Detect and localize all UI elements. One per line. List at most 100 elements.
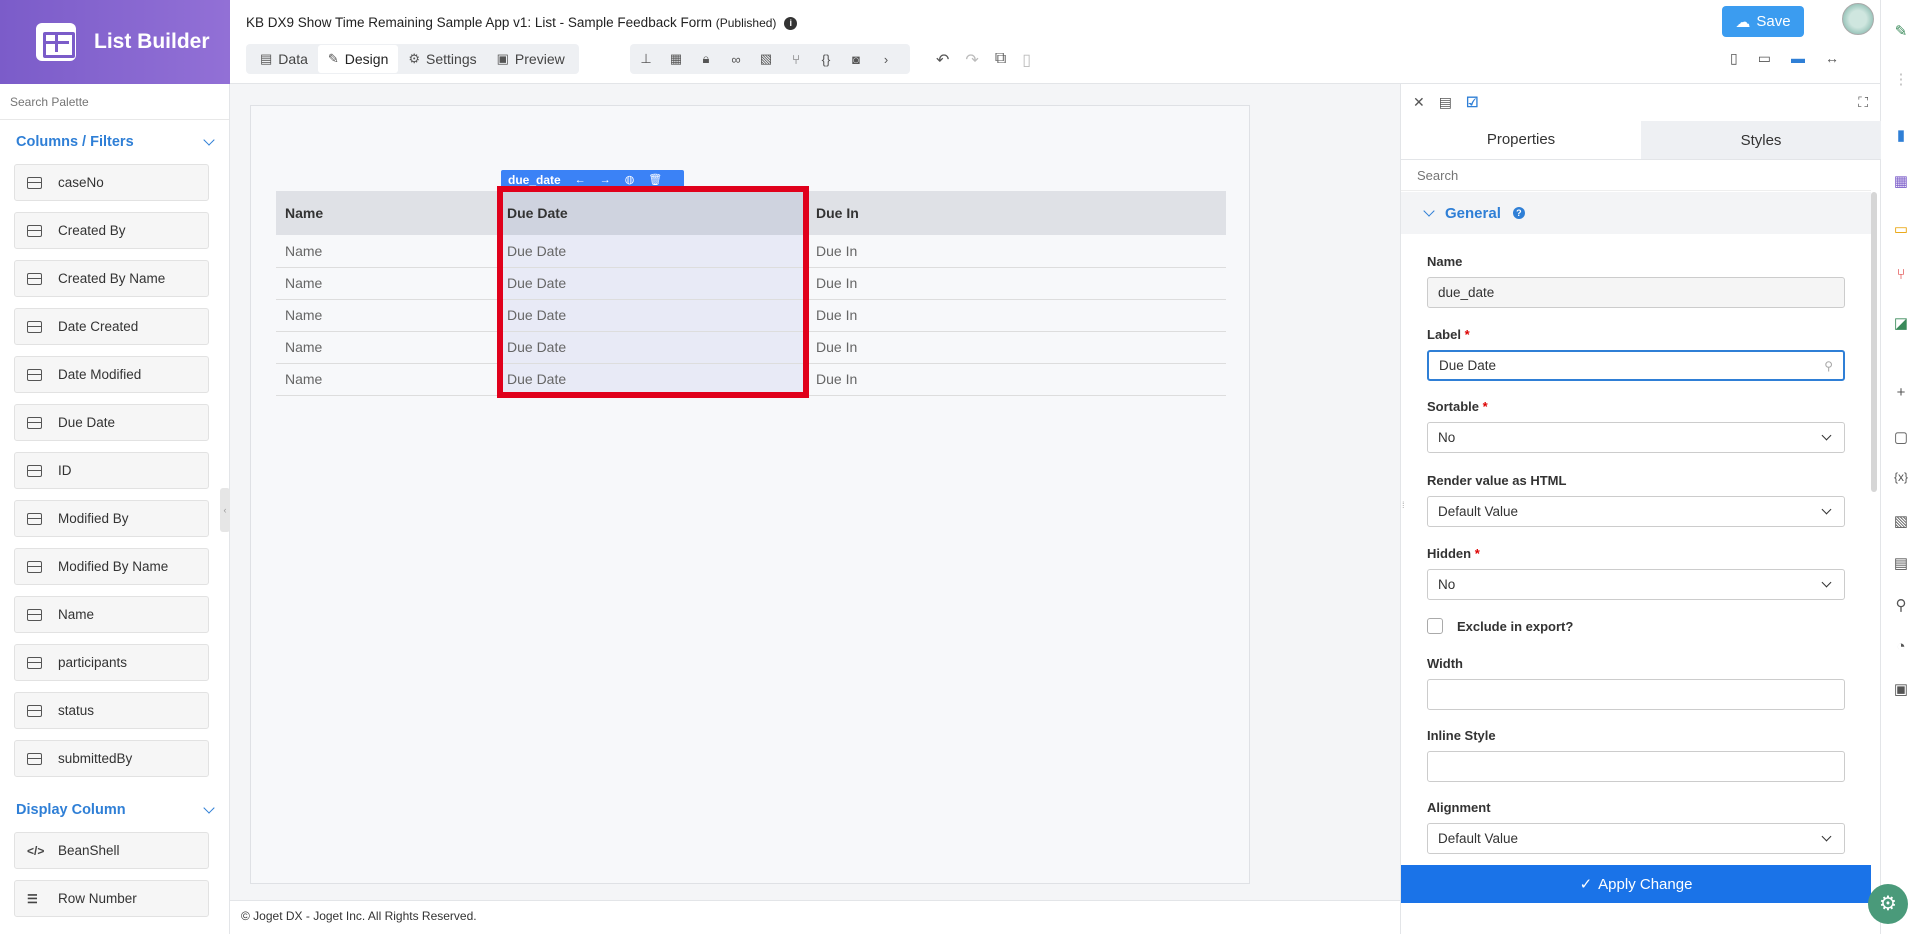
palette-item[interactable]: participants — [14, 644, 209, 681]
palette-item[interactable]: Created By — [14, 212, 209, 249]
variables-icon[interactable]: {x} — [1881, 470, 1920, 484]
palette-item[interactable]: status — [14, 692, 209, 729]
toolbar-more-icon[interactable]: › — [878, 52, 894, 67]
tab-styles[interactable]: Styles — [1641, 121, 1881, 159]
properties-icon[interactable]: ▤ — [1439, 94, 1452, 111]
palette-panel: Columns / Filters caseNo Created By Create… — [0, 84, 230, 934]
search-palette-input[interactable] — [0, 84, 229, 120]
branch-icon[interactable]: ⑂ — [788, 52, 804, 67]
add-icon[interactable]: + — [1881, 384, 1920, 401]
column-icon — [27, 368, 42, 381]
column-header-due-date[interactable]: Due Date — [498, 191, 807, 235]
palette-item[interactable]: Date Modified — [14, 356, 209, 393]
tab-data[interactable]: ▤ Data — [250, 45, 318, 73]
label-field[interactable]: Due Date ⚲ — [1427, 350, 1845, 381]
move-right-icon[interactable]: → — [600, 174, 611, 186]
chevron-down-icon — [1423, 205, 1435, 217]
apply-change-button[interactable]: ✓ Apply Change — [1401, 865, 1871, 903]
delete-icon[interactable]: 🗑︎ — [648, 173, 662, 186]
tab-design[interactable]: ✎ Design — [317, 45, 399, 73]
paste-icon[interactable]: ▯ — [1022, 50, 1031, 70]
palette-item[interactable]: Created By Name — [14, 260, 209, 297]
translate-icon[interactable]: ▧ — [758, 51, 774, 67]
copy-icon[interactable]: ⧉ — [995, 50, 1006, 70]
info-icon[interactable]: i — [784, 16, 798, 30]
translate-icon[interactable]: ▧ — [1881, 512, 1920, 530]
properties-scrollbar[interactable] — [1871, 192, 1877, 492]
save-button[interactable]: ☁ Save — [1722, 6, 1804, 37]
app-title: KB DX9 Show Time Remaining Sample App v1… — [246, 15, 798, 30]
width-field[interactable] — [1427, 679, 1845, 710]
palette-item[interactable]: submittedBy — [14, 740, 209, 777]
general-section-header[interactable]: General ? — [1401, 192, 1871, 234]
braces-icon[interactable]: {} — [818, 52, 834, 67]
glasses-icon[interactable]: ∞ — [728, 52, 744, 67]
process-icon[interactable]: ⑂ — [1881, 266, 1920, 283]
alignment-select[interactable]: Default Value — [1427, 823, 1845, 854]
palette-item[interactable]: Modified By Name — [14, 548, 209, 585]
undo-icon[interactable]: ↶ — [936, 50, 949, 70]
exclude-export-checkbox[interactable] — [1427, 618, 1443, 634]
table-header-row: Name Due Date Due In — [276, 191, 1226, 235]
palette-display-item[interactable]: ☰ Row Number — [14, 880, 209, 917]
palette-display-item[interactable]: </> BeanShell — [14, 832, 209, 869]
fullscreen-icon[interactable]: ⛶ — [1858, 94, 1868, 111]
sortable-select[interactable]: No — [1427, 422, 1845, 453]
list-builder-icon[interactable]: ▦ — [1881, 172, 1920, 190]
expand-width-icon[interactable]: ↔ — [1825, 50, 1839, 67]
edit-icon[interactable]: ✎ — [1881, 22, 1920, 40]
move-left-icon[interactable]: ← — [575, 174, 586, 186]
userview-icon[interactable]: ▭ — [1881, 220, 1920, 238]
document-icon[interactable]: ▤ — [1881, 554, 1920, 572]
mobile-icon[interactable]: ▯ — [1730, 50, 1738, 67]
palette-item[interactable]: Modified By — [14, 500, 209, 537]
settings-fab-gear-icon[interactable]: ⚙ — [1868, 884, 1908, 924]
form-icon[interactable]: ▦ — [668, 51, 684, 67]
tree-view-icon[interactable]: ⊥ — [638, 51, 654, 67]
palette-item[interactable]: ID — [14, 452, 209, 489]
name-field[interactable]: due_date — [1427, 277, 1845, 308]
laptop-icon[interactable]: ▬ — [1791, 50, 1805, 67]
palette-item[interactable]: Name — [14, 596, 209, 633]
sortable-label: Sortable * — [1427, 399, 1488, 414]
form-builder-icon[interactable]: ▮ — [1881, 126, 1920, 144]
drag-handle-icon[interactable]: ⋮ — [1881, 70, 1920, 88]
collapse-palette-handle[interactable]: ‹ — [220, 488, 230, 532]
alignment-label: Alignment — [1427, 800, 1491, 815]
theme-icon[interactable]: ◪ — [1881, 314, 1920, 332]
tablet-icon[interactable]: ▭ — [1758, 50, 1771, 67]
properties-search-input[interactable] — [1401, 161, 1871, 191]
inline-style-field[interactable] — [1427, 751, 1845, 782]
columns-list: caseNo Created By Created By Name Date Crea… — [0, 164, 229, 777]
avatar[interactable] — [1842, 3, 1874, 35]
tab-preview[interactable]: ▣ Preview — [487, 45, 575, 73]
hidden-select[interactable]: No — [1427, 569, 1845, 600]
columns-filters-section[interactable]: Columns / Filters — [0, 120, 229, 164]
performance-icon[interactable]: ◔ — [1881, 638, 1920, 655]
plugin-icon[interactable]: ⚲ — [1881, 596, 1920, 614]
display-column-section[interactable]: Display Column — [0, 788, 229, 832]
tab-properties[interactable]: Properties — [1401, 121, 1641, 159]
sortable-field-group: Sortable * No — [1427, 399, 1845, 453]
api-icon[interactable]: ▣ — [1881, 680, 1920, 698]
help-icon[interactable]: ? — [1512, 207, 1525, 219]
palette-item[interactable]: Date Created — [14, 308, 209, 345]
render-html-select[interactable]: Default Value — [1427, 496, 1845, 527]
palette-style-icon[interactable]: ◍ — [625, 173, 635, 186]
redo-icon[interactable]: ↷ — [965, 50, 978, 70]
camera-icon[interactable]: ◙ — [848, 52, 864, 67]
palette-item[interactable]: caseNo — [14, 164, 209, 201]
close-icon[interactable]: ✕ — [1413, 94, 1425, 111]
palette-item[interactable]: Due Date — [14, 404, 209, 441]
properties-resize-handle[interactable]: ⁞ — [1402, 500, 1410, 522]
checkbox-selected-icon[interactable]: ☑ — [1466, 94, 1479, 111]
tab-settings[interactable]: ⚙ Settings — [398, 45, 486, 73]
lock-icon[interactable]: 🔒︎ — [698, 51, 714, 67]
column-header-due-in[interactable]: Due In — [807, 191, 1226, 235]
column-header-name[interactable]: Name — [276, 191, 498, 235]
datalist-table: Name Due Date Due In Name Due Date Due In N… — [276, 191, 1226, 396]
note-icon[interactable]: ▢ — [1881, 428, 1920, 446]
exclude-export-row: Exclude in export? — [1427, 618, 1573, 634]
search-lookup-icon[interactable]: ⚲ — [1824, 359, 1833, 373]
name-field-group: Name due_date — [1427, 254, 1845, 308]
